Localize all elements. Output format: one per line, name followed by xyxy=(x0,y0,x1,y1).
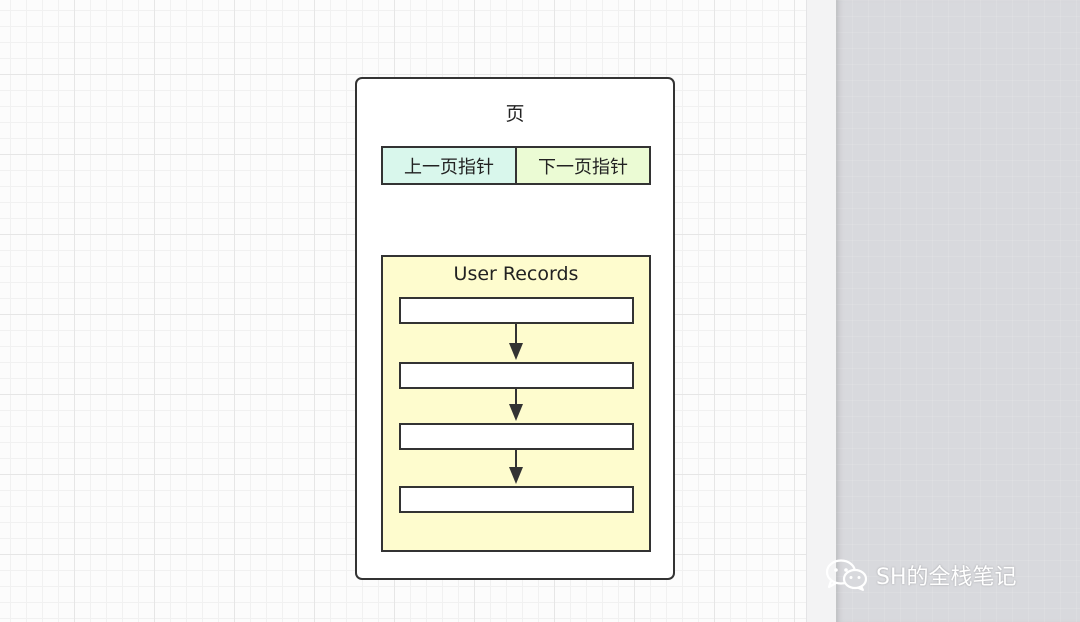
page-node: 页 上一页指针 下一页指针 User Records xyxy=(355,77,675,580)
prev-page-pointer: 上一页指针 xyxy=(381,146,517,185)
watermark: SH的全栈笔记 xyxy=(824,558,1017,592)
next-page-pointer: 下一页指针 xyxy=(515,146,651,185)
user-records-group: User Records xyxy=(381,255,651,552)
side-panel xyxy=(836,0,1080,622)
page-title: 页 xyxy=(505,103,525,125)
arrow-connector xyxy=(509,322,523,360)
arrow-connector xyxy=(509,387,523,421)
record-arrows xyxy=(509,322,523,484)
wechat-icon xyxy=(825,559,868,591)
canvas-scroll-gutter xyxy=(806,0,837,622)
arrow-connector xyxy=(509,448,523,484)
watermark-text: SH的全栈笔记 xyxy=(876,565,1017,590)
